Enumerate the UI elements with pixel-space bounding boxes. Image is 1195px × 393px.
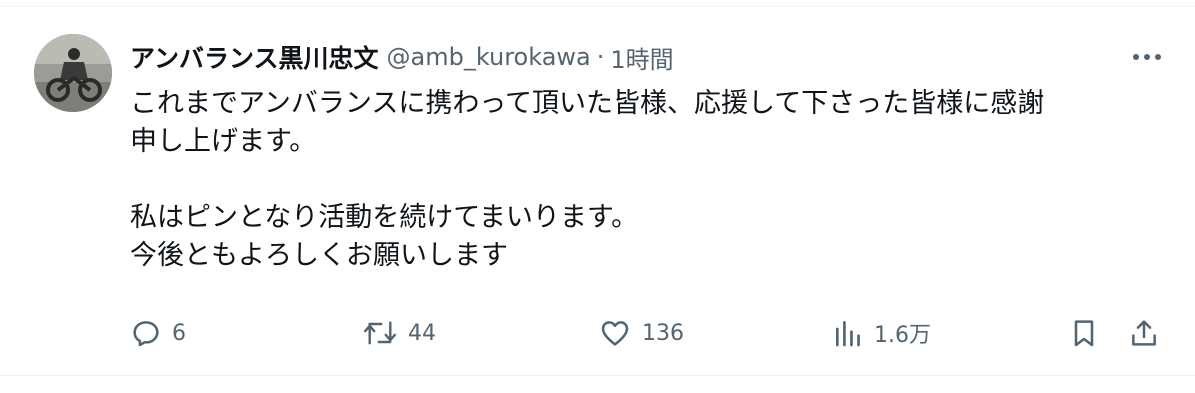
views-icon: [832, 317, 864, 349]
share-icon: [1128, 317, 1160, 349]
tweet-text-line: 今後ともよろしくお願いします: [130, 240, 508, 271]
tweet-text-line: 私はピンとなり活動を続けてまいります。: [130, 202, 639, 233]
retweet-count: 44: [408, 320, 436, 346]
tweet-text-line: これまでアンバランスに携わって頂いた皆様、応援して下さった皆様に感謝: [130, 88, 1045, 119]
author-name[interactable]: アンバランス黒川忠文: [130, 39, 379, 75]
bookmark-button[interactable]: [1068, 313, 1100, 353]
tweet-header: アンバランス黒川忠文 @amb_kurokawa · 1時間: [130, 37, 674, 77]
heart-icon: [598, 317, 632, 349]
reply-button[interactable]: 6: [130, 313, 186, 353]
bookmark-icon: [1068, 317, 1100, 349]
reply-count: 6: [172, 320, 186, 346]
post-timestamp[interactable]: 1時間: [610, 40, 673, 75]
retweet-button[interactable]: 44: [362, 313, 436, 353]
tweet-card[interactable]: アンバランス黒川忠文 @amb_kurokawa · 1時間 これまでアンバラン…: [0, 6, 1195, 376]
tweet-text: これまでアンバランスに携わって頂いた皆様、応援して下さった皆様に感謝 申し上げま…: [130, 85, 1170, 275]
more-options-button[interactable]: [1129, 43, 1165, 71]
tweet-text-line: 申し上げます。: [130, 126, 317, 157]
share-button[interactable]: [1128, 313, 1160, 353]
more-horizontal-icon: [1132, 53, 1162, 61]
like-button[interactable]: 136: [598, 313, 684, 353]
avatar[interactable]: [34, 34, 112, 112]
like-count: 136: [642, 320, 684, 346]
view-count: 1.6万: [874, 323, 931, 348]
views-button[interactable]: 1.6万: [832, 313, 931, 353]
avatar-image: [34, 34, 112, 112]
author-handle[interactable]: @amb_kurokawa: [387, 43, 591, 71]
action-bar: 6 44 136 1.6万: [0, 313, 1195, 353]
tweet-text-line: [130, 161, 1170, 199]
retweet-icon: [362, 317, 398, 349]
reply-icon: [130, 317, 162, 349]
header-separator: ·: [596, 43, 605, 71]
